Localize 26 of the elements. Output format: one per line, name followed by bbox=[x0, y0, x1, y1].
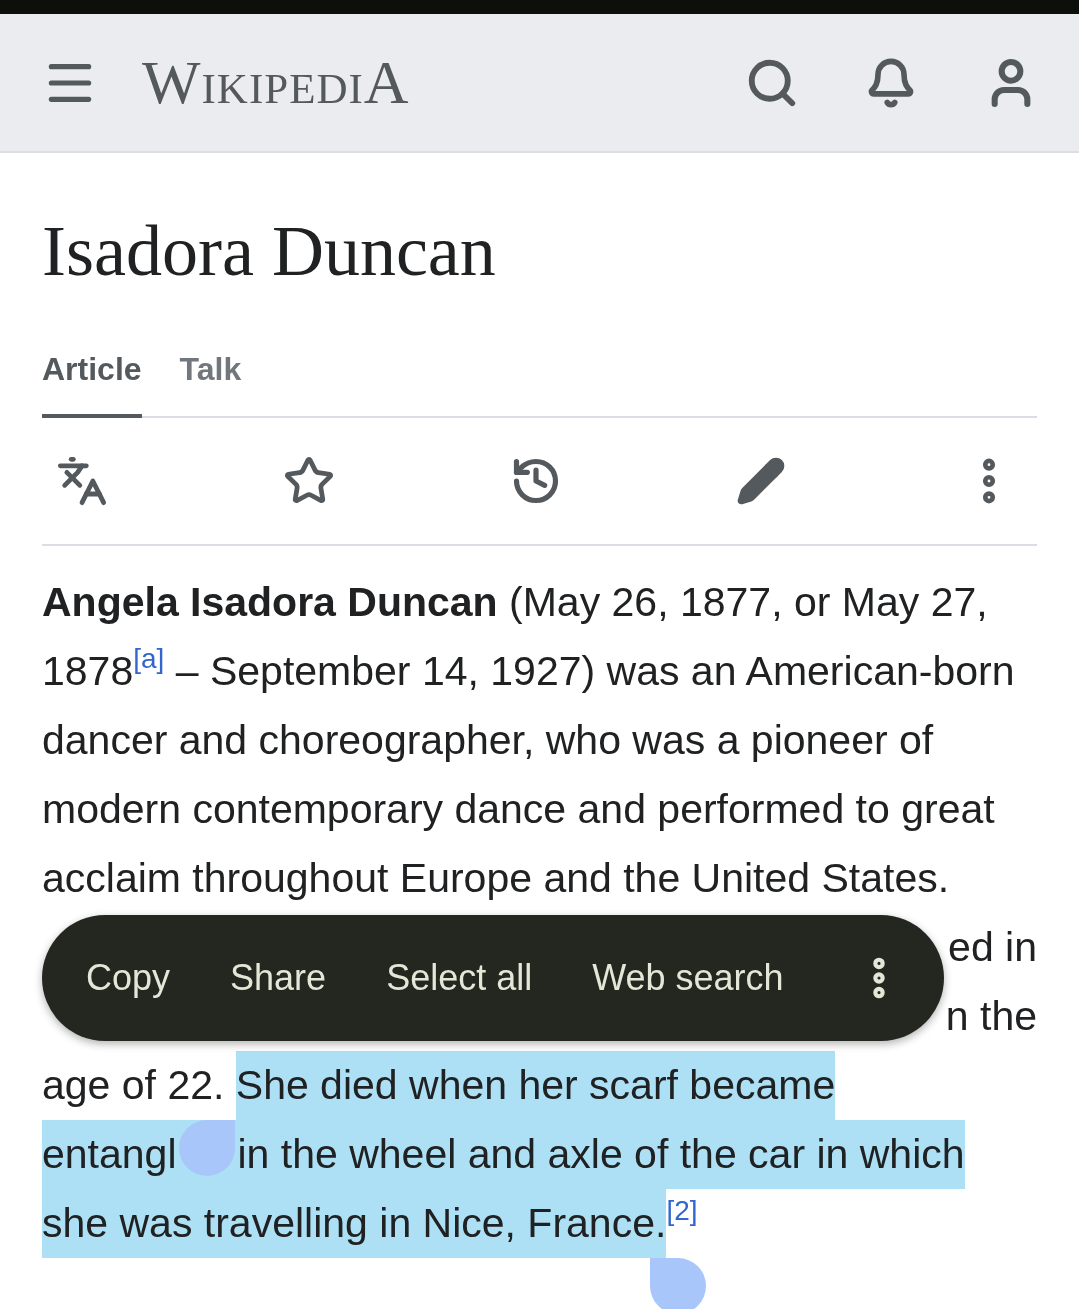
body-text: dancer and choreographer, who was a pioneer of bbox=[42, 716, 934, 765]
tab[interactable]: Talk bbox=[179, 351, 242, 418]
menu-item[interactable]: Select all bbox=[386, 957, 533, 999]
selected-text: in the wheel and axle of the car in which bbox=[237, 1120, 965, 1189]
body-text: modern contemporary dance and performed to great bbox=[42, 785, 995, 834]
selected-text: entangl bbox=[42, 1120, 177, 1189]
selected-text: she was travelling in Nice, France. bbox=[42, 1189, 667, 1258]
body-text: – September 14, 1927) was an American-born bbox=[174, 647, 1015, 696]
selected-text: She died when her scarf became bbox=[235, 1051, 836, 1120]
body-text: 1878 bbox=[42, 647, 134, 696]
selection-handle[interactable] bbox=[649, 1258, 706, 1309]
citation-link[interactable]: [2] bbox=[666, 1189, 698, 1233]
body-text: acclaim throughout Europe and the United States. bbox=[42, 854, 950, 903]
menu-item[interactable]: Copy bbox=[86, 957, 171, 999]
body-text: age of 22. bbox=[42, 1061, 226, 1110]
translate-icon[interactable] bbox=[56, 455, 108, 507]
menu-item[interactable]: Share bbox=[230, 957, 327, 999]
wikipedia-logo[interactable]: WikipediA bbox=[142, 47, 701, 118]
pencil-icon[interactable] bbox=[736, 456, 787, 506]
page-title: Isadora Duncan bbox=[42, 215, 497, 287]
body-text: n the bbox=[945, 992, 1037, 1041]
tab[interactable]: Article bbox=[42, 351, 142, 418]
menu-item[interactable]: Web search bbox=[592, 957, 784, 999]
body-text: ed in bbox=[948, 923, 1037, 972]
body-text: Angela Isadora Duncan (May 26, 1877, or May 27, bbox=[42, 578, 988, 627]
citation-link[interactable]: [a] bbox=[133, 637, 165, 681]
